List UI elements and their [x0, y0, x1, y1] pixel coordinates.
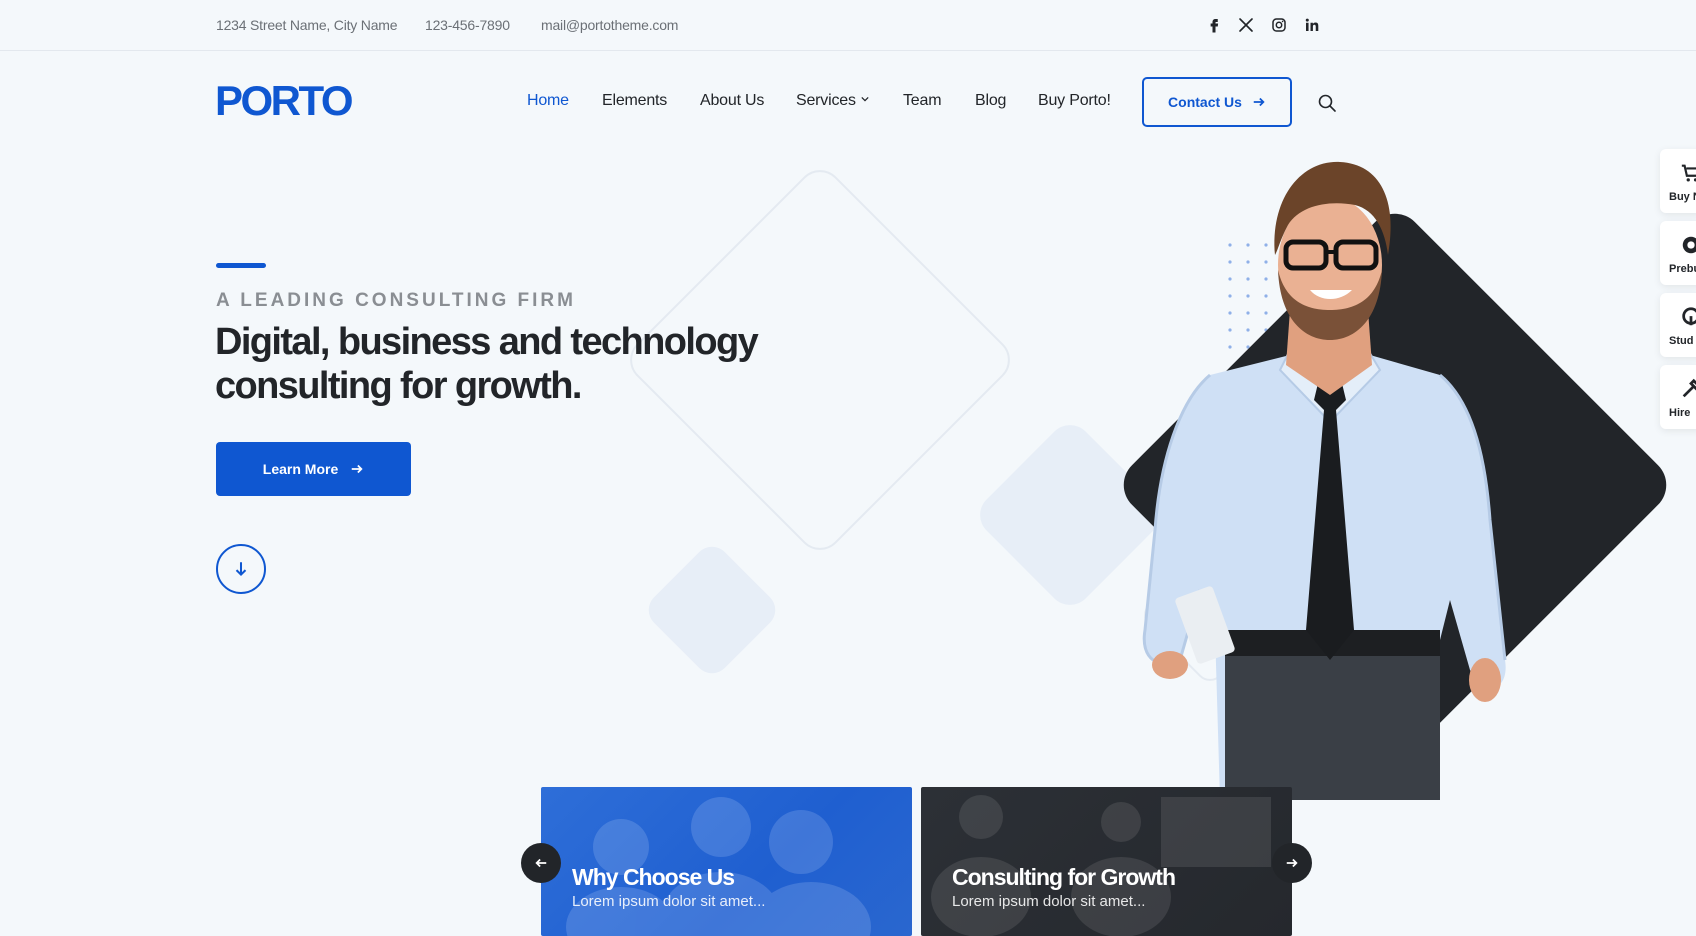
card-text: Lorem ipsum dolor sit amet...: [572, 893, 766, 910]
hero-headline-line2: consulting for growth.: [215, 365, 582, 407]
studio-icon: [1682, 307, 1696, 326]
side-hire-label: Hire: [1669, 407, 1691, 419]
small-diamond: [648, 546, 776, 674]
prebuilt-icon: [1682, 236, 1696, 254]
side-studio-label: Stud: [1669, 335, 1694, 347]
side-buy-now[interactable]: Buy N: [1660, 149, 1696, 213]
businessman-image: [1142, 161, 1507, 800]
card-text: Lorem ipsum dolor sit amet...: [952, 893, 1146, 910]
carousel-next-button[interactable]: [1272, 843, 1312, 883]
arrow-left-icon: [535, 858, 547, 868]
carousel-prev-button[interactable]: [521, 843, 561, 883]
hero-headline-line1: Digital, business and technology: [215, 321, 759, 363]
card-why-choose-us[interactable]: Why Choose Us Lorem ipsum dolor sit amet…: [541, 787, 912, 936]
card-consulting-for-growth[interactable]: Consulting for Growth Lorem ipsum dolor …: [921, 787, 1292, 936]
accent-line: [216, 263, 266, 268]
learn-more-button[interactable]: Learn More: [216, 442, 411, 496]
side-studio[interactable]: Stud: [1660, 293, 1696, 357]
card-title: Consulting for Growth: [952, 864, 1176, 890]
cart-icon: [1681, 164, 1696, 182]
card-title: Why Choose Us: [572, 864, 735, 890]
hero-eyebrow: A LEADING CONSULTING FIRM: [216, 290, 576, 311]
card-photo-people: [566, 797, 871, 936]
side-prebuilt-label: Prebu: [1669, 263, 1696, 275]
card-photo-meeting: [931, 795, 1271, 936]
tools-icon: [1682, 378, 1696, 398]
arrow-down-icon: [235, 562, 247, 577]
arrow-right-icon: [351, 464, 363, 474]
side-hire[interactable]: Hire: [1660, 365, 1696, 429]
arrow-right-icon: [1286, 858, 1298, 868]
learn-more-label: Learn More: [262, 461, 339, 477]
scroll-down-button[interactable]: [216, 544, 266, 594]
side-buy-now-label: Buy N: [1669, 191, 1696, 203]
hero-headline: Digital, business and technology consult…: [215, 320, 835, 408]
side-prebuilt[interactable]: Prebu: [1660, 221, 1696, 285]
